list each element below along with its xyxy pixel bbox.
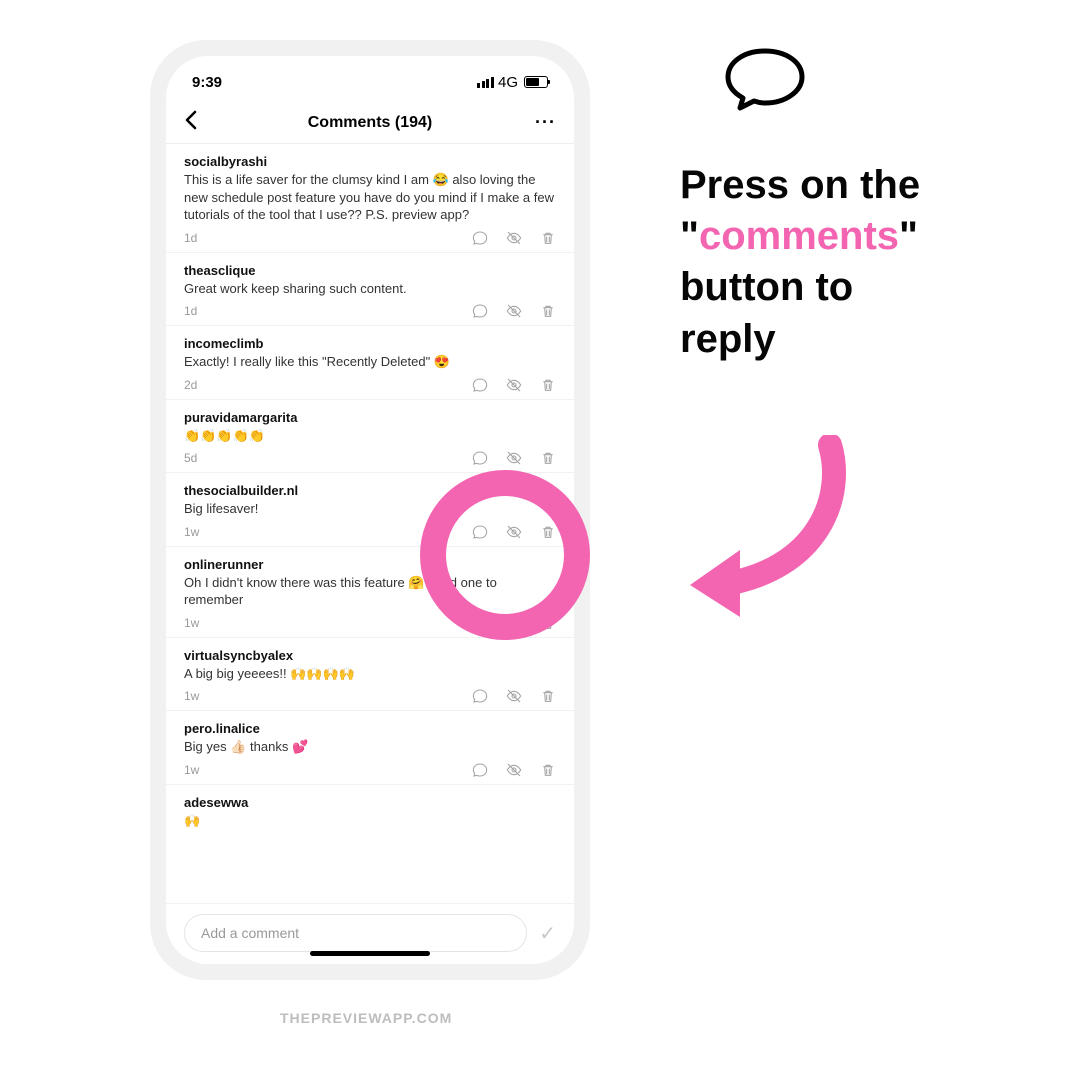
comment-item: socialbyrashi This is a life saver for t… xyxy=(166,144,574,253)
anno-highlight: comments xyxy=(699,214,899,258)
send-button[interactable]: ✓ xyxy=(539,921,556,946)
home-indicator xyxy=(310,951,430,956)
reply-icon[interactable] xyxy=(472,524,488,540)
comment-time: 1w xyxy=(184,689,199,703)
hide-icon[interactable] xyxy=(506,615,522,631)
comment-text: This is a life saver for the clumsy kind… xyxy=(184,171,556,224)
anno-line1: Press on the xyxy=(680,163,920,207)
watermark: THEPREVIEWAPP.COM xyxy=(280,1010,452,1026)
status-right: 4G xyxy=(477,74,548,91)
comment-item: puravidamargarita 👏👏👏👏👏 5d xyxy=(166,400,574,474)
comment-text: Great work keep sharing such content. xyxy=(184,280,556,298)
reply-icon[interactable] xyxy=(472,615,488,631)
comment-time: 5d xyxy=(184,451,197,465)
phone-frame: 9:39 4G Comments (194) ··· socialbyrashi… xyxy=(150,40,590,980)
signal-icon xyxy=(477,77,494,88)
delete-icon[interactable] xyxy=(540,230,556,246)
hide-icon[interactable] xyxy=(506,230,522,246)
reply-icon[interactable] xyxy=(472,377,488,393)
comment-username[interactable]: thesocialbuilder.nl xyxy=(184,483,556,498)
network-label: 4G xyxy=(498,74,518,91)
delete-icon[interactable] xyxy=(540,303,556,319)
speech-bubble-icon xyxy=(720,45,810,115)
reply-icon[interactable] xyxy=(472,230,488,246)
comment-input[interactable]: Add a comment xyxy=(184,914,527,952)
reply-icon[interactable] xyxy=(472,688,488,704)
delete-icon[interactable] xyxy=(540,762,556,778)
screen: 9:39 4G Comments (194) ··· socialbyrashi… xyxy=(166,56,574,964)
comment-text: Exactly! I really like this "Recently De… xyxy=(184,353,556,371)
reply-icon[interactable] xyxy=(472,303,488,319)
anno-line4: reply xyxy=(680,317,776,361)
comment-username[interactable]: puravidamargarita xyxy=(184,410,556,425)
status-bar: 9:39 4G xyxy=(166,56,574,102)
hide-icon[interactable] xyxy=(506,303,522,319)
hide-icon[interactable] xyxy=(506,377,522,393)
comment-username[interactable]: pero.linalice xyxy=(184,721,556,736)
annotation-block: Press on the "comments" button to reply xyxy=(680,45,1040,389)
comment-username[interactable]: socialbyrashi xyxy=(184,154,556,169)
comment-time: 1d xyxy=(184,304,197,318)
anno-quote-open: " xyxy=(680,214,699,258)
anno-quote-close: " xyxy=(899,214,918,258)
page-title: Comments (194) xyxy=(212,114,528,132)
reply-icon[interactable] xyxy=(472,450,488,466)
comment-item: pero.linalice Big yes 👍🏻 thanks 💕 1w xyxy=(166,711,574,785)
arrow-icon xyxy=(680,435,860,625)
hide-icon[interactable] xyxy=(506,762,522,778)
comment-time: 1w xyxy=(184,763,199,777)
header: Comments (194) ··· xyxy=(166,102,574,144)
delete-icon[interactable] xyxy=(540,377,556,393)
comment-text: Big yes 👍🏻 thanks 💕 xyxy=(184,738,556,756)
hide-icon[interactable] xyxy=(506,524,522,540)
comment-item: theasclique Great work keep sharing such… xyxy=(166,253,574,327)
hide-icon[interactable] xyxy=(506,688,522,704)
comment-username[interactable]: incomeclimb xyxy=(184,336,556,351)
comment-text: A big big yeeees!! 🙌🙌🙌🙌 xyxy=(184,665,556,683)
comment-item: onlinerunner Oh I didn't know there was … xyxy=(166,547,574,638)
comment-item: virtualsyncbyalex A big big yeeees!! 🙌🙌🙌… xyxy=(166,638,574,712)
comments-list[interactable]: socialbyrashi This is a life saver for t… xyxy=(166,144,574,903)
reply-icon[interactable] xyxy=(472,762,488,778)
comment-text: Big lifesaver! xyxy=(184,500,556,518)
comment-time: 1d xyxy=(184,231,197,245)
back-button[interactable] xyxy=(184,110,212,136)
delete-icon[interactable] xyxy=(540,524,556,540)
status-time: 9:39 xyxy=(192,74,222,91)
comment-text: Oh I didn't know there was this feature … xyxy=(184,574,556,609)
comment-username[interactable]: virtualsyncbyalex xyxy=(184,648,556,663)
comment-item: adesewwa 🙌 xyxy=(166,785,574,836)
more-button[interactable]: ··· xyxy=(528,112,556,133)
delete-icon[interactable] xyxy=(540,688,556,704)
comment-item: incomeclimb Exactly! I really like this … xyxy=(166,326,574,400)
comment-username[interactable]: adesewwa xyxy=(184,795,556,810)
comment-username[interactable]: theasclique xyxy=(184,263,556,278)
delete-icon[interactable] xyxy=(540,615,556,631)
delete-icon[interactable] xyxy=(540,450,556,466)
comment-time: 2d xyxy=(184,378,197,392)
battery-icon xyxy=(524,76,548,88)
comment-item: thesocialbuilder.nl Big lifesaver! 1w xyxy=(166,473,574,547)
annotation-text: Press on the "comments" button to reply xyxy=(680,160,1040,365)
comment-text: 👏👏👏👏👏 xyxy=(184,427,556,445)
hide-icon[interactable] xyxy=(506,450,522,466)
comment-text: 🙌 xyxy=(184,812,556,830)
anno-line3: button to xyxy=(680,265,853,309)
comment-time: 1w xyxy=(184,616,199,630)
comment-username[interactable]: onlinerunner xyxy=(184,557,556,572)
comment-time: 1w xyxy=(184,525,199,539)
